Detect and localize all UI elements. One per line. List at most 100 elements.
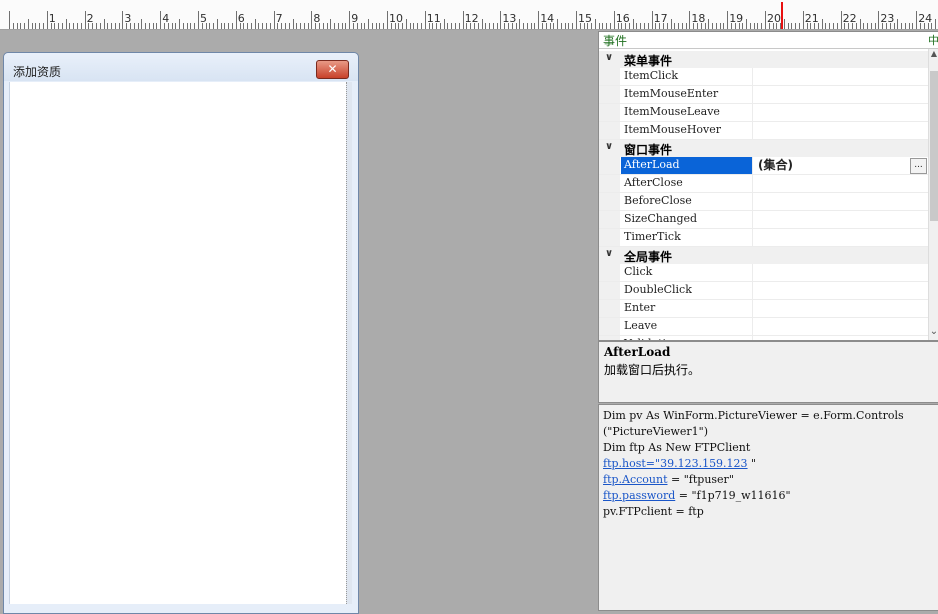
property-name[interactable]: SizeChanged (621, 211, 753, 228)
property-row[interactable]: AfterClose (599, 175, 929, 193)
property-row[interactable]: Leave (599, 318, 929, 336)
property-name[interactable]: TimerTick (621, 229, 753, 246)
ellipsis-button[interactable]: ... (910, 158, 927, 174)
property-value[interactable] (754, 175, 929, 192)
ruler-tick (685, 23, 687, 29)
ruler-tick (330, 19, 332, 29)
code-link-password[interactable]: ftp.password (603, 489, 675, 502)
property-row[interactable]: AfterLoad (集合)... (599, 157, 929, 175)
ruler-tick (538, 11, 540, 29)
row-margin (599, 104, 620, 121)
code-link-account[interactable]: ftp.Account (603, 473, 668, 486)
property-row[interactable]: DoubleClick (599, 282, 929, 300)
code-line[interactable]: pv.FTPclient = ftp (603, 505, 704, 518)
property-name[interactable]: ItemClick (621, 68, 753, 85)
property-row[interactable]: TimerTick (599, 229, 929, 247)
ruler-number: 20 (767, 12, 781, 25)
form-titlebar[interactable]: 添加资质 ✕ (4, 53, 358, 81)
pin-icon[interactable]: 中 (928, 32, 938, 48)
ruler-tick (262, 23, 264, 29)
property-name[interactable]: AfterClose (621, 175, 753, 192)
code-line[interactable]: ftp.password = "f1p719_w11616" (603, 489, 791, 502)
ruler-tick (867, 23, 869, 29)
ruler-tick (254, 19, 256, 29)
property-row[interactable]: BeforeClose (599, 193, 929, 211)
code-editor[interactable]: Dim pv As WinForm.PictureViewer = e.Form… (598, 404, 938, 611)
ruler-tick (417, 23, 419, 29)
ruler-number: 14 (540, 12, 555, 25)
property-row[interactable]: Enter (599, 300, 929, 318)
property-value[interactable] (754, 300, 929, 317)
property-value[interactable] (754, 229, 929, 246)
property-name[interactable]: Click (621, 264, 753, 281)
property-value[interactable] (754, 211, 929, 228)
property-name[interactable]: AfterLoad (621, 157, 753, 174)
property-value[interactable] (754, 264, 929, 281)
property-row[interactable]: ItemMouseHover (599, 122, 929, 140)
property-name[interactable]: ItemMouseHover (621, 122, 753, 139)
chevron-down-icon[interactable]: ∨ (605, 52, 613, 63)
close-button[interactable]: ✕ (316, 60, 349, 79)
ruler-number: 24 (918, 12, 933, 25)
property-value[interactable] (754, 122, 929, 139)
property-name[interactable]: ItemMouseEnter (621, 86, 753, 103)
property-name[interactable]: Leave (621, 318, 753, 335)
ruler-tick (519, 19, 521, 29)
code-line[interactable]: Dim ftp As New FTPClient (603, 441, 750, 454)
ruler-tick (133, 23, 135, 29)
code-line[interactable]: ftp.host="39.123.159.123 " (603, 457, 756, 470)
property-name[interactable]: BeforeClose (621, 193, 753, 210)
ruler-tick (901, 23, 903, 29)
form-window[interactable]: 添加资质 ✕ (3, 52, 359, 614)
code-link-host[interactable]: ftp.host="39.123.159.123 (603, 457, 748, 470)
property-name[interactable]: Enter (621, 300, 753, 317)
ruler-tick (269, 23, 271, 29)
ruler-tick (825, 23, 827, 29)
property-row[interactable]: Click (599, 264, 929, 282)
property-name[interactable]: ItemMouseLeave (621, 104, 753, 121)
chevron-down-icon[interactable]: ∨ (605, 248, 613, 259)
form-resize-edge[interactable] (346, 82, 352, 604)
form-client-area[interactable] (9, 82, 346, 604)
ruler-tick (765, 11, 766, 29)
property-row[interactable]: SizeChanged (599, 211, 929, 229)
ruler-tick (58, 23, 60, 29)
property-row[interactable]: ItemMouseLeave (599, 104, 929, 122)
property-value[interactable] (754, 104, 929, 121)
ruler-tick (31, 23, 33, 29)
property-value[interactable] (754, 86, 929, 103)
code-line[interactable]: Dim pv As WinForm.PictureViewer = e.Form… (603, 409, 904, 422)
ruler-tick (250, 23, 252, 29)
code-line[interactable]: ("PictureViewer1") (603, 425, 708, 438)
ruler-tick (364, 23, 366, 29)
ruler-tick (95, 23, 97, 29)
property-value[interactable] (754, 68, 929, 85)
property-value[interactable] (754, 193, 929, 210)
property-value[interactable] (754, 282, 929, 299)
category-header[interactable]: ∨ 菜单事件 (599, 51, 929, 68)
ruler-tick (715, 23, 717, 29)
scroll-up-icon[interactable]: ▲ (929, 49, 938, 61)
property-row[interactable]: ItemClick (599, 68, 929, 86)
ruler-tick (632, 19, 634, 29)
ruler-tick (247, 23, 249, 29)
category-header[interactable]: ∨ 窗口事件 (599, 140, 929, 157)
category-header[interactable]: ∨ 全局事件 (599, 247, 929, 264)
property-grid-scrollbar[interactable]: ▲ ⌄ (928, 49, 938, 340)
scroll-down-icon[interactable]: ⌄ (929, 326, 938, 340)
property-name[interactable]: DoubleClick (621, 282, 753, 299)
ruler-tick (485, 23, 487, 29)
chevron-down-icon[interactable]: ∨ (605, 141, 613, 152)
ruler-number: 7 (275, 12, 283, 25)
scrollbar-thumb[interactable] (930, 71, 938, 221)
ruler-tick (829, 23, 831, 29)
code-line[interactable]: ftp.Account = "ftpuser" (603, 473, 734, 486)
property-value[interactable] (754, 318, 929, 335)
ruler-tick (681, 23, 683, 29)
ruler-tick (160, 11, 162, 29)
ruler-tick (27, 19, 29, 29)
property-row[interactable]: ItemMouseEnter (599, 86, 929, 104)
ruler-tick (322, 23, 324, 29)
property-value[interactable]: (集合) (754, 157, 929, 174)
ruler-tick (712, 23, 714, 29)
